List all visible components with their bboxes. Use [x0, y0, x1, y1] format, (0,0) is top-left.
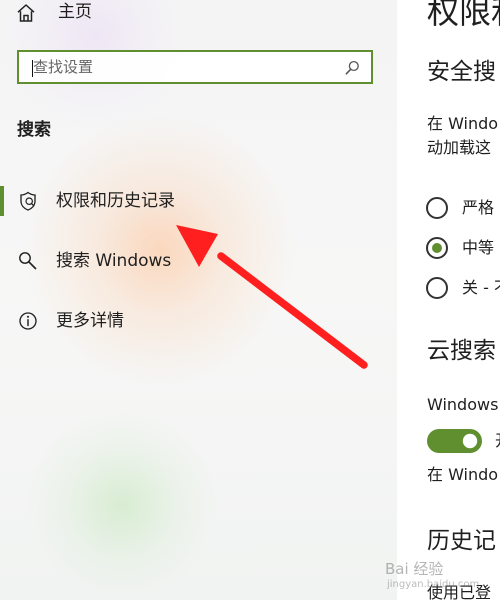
- shield-icon: [20, 191, 36, 211]
- radio-label: 关 - 不: [462, 278, 500, 297]
- main-content: 权限和 安全搜 在 Windo 动加载这 严格 中等 关 - 不 云搜索 Win…: [397, 0, 500, 600]
- radio-label: 严格: [462, 198, 495, 217]
- toggle-state-label: 开: [495, 430, 500, 452]
- history-heading: 历史记: [427, 528, 496, 554]
- settings-search-input[interactable]: [33, 57, 339, 77]
- cloud-search-description: Windows: [427, 395, 499, 414]
- home-link[interactable]: 主页: [16, 0, 92, 25]
- watermark-url: jingyan.baidu.com: [387, 579, 480, 590]
- home-label: 主页: [58, 2, 92, 22]
- radio-selected-icon[interactable]: [425, 236, 449, 260]
- cloud-search-description-line: 在 Windo: [427, 465, 499, 484]
- search-icon: [19, 252, 37, 270]
- sidebar-item-more-details[interactable]: 更多详情: [0, 301, 397, 341]
- watermark-logo: Bai 经验: [385, 560, 444, 578]
- settings-search-box[interactable]: [17, 50, 373, 84]
- sidebar-item-label: 搜索 Windows: [56, 251, 172, 271]
- radio-unselected-icon[interactable]: [425, 196, 449, 220]
- cloud-search-toggle[interactable]: [427, 429, 482, 453]
- radio-label: 中等: [462, 238, 495, 257]
- safe-search-heading: 安全搜: [427, 59, 496, 85]
- page-title: 权限和: [427, 0, 500, 31]
- search-icon[interactable]: [343, 59, 361, 77]
- selected-indicator: [0, 186, 4, 216]
- sidebar-item-search-windows[interactable]: 搜索 Windows: [0, 241, 397, 281]
- sidebar-item-label: 更多详情: [56, 311, 124, 331]
- safe-search-description-line: 在 Windo: [427, 114, 499, 133]
- info-icon: [19, 312, 37, 330]
- sidebar-item-label: 权限和历史记录: [56, 191, 175, 211]
- settings-sidebar: 主页 搜索 权限和历史记录 搜索 Windows 更多详情: [0, 0, 397, 600]
- cloud-search-heading: 云搜索: [427, 338, 496, 364]
- home-icon: [17, 3, 35, 22]
- sidebar-item-permissions-history[interactable]: 权限和历史记录: [0, 181, 397, 221]
- search-section-title: 搜索: [17, 120, 51, 140]
- radio-unselected-icon[interactable]: [425, 276, 449, 300]
- safe-search-description-line: 动加载这: [427, 138, 492, 157]
